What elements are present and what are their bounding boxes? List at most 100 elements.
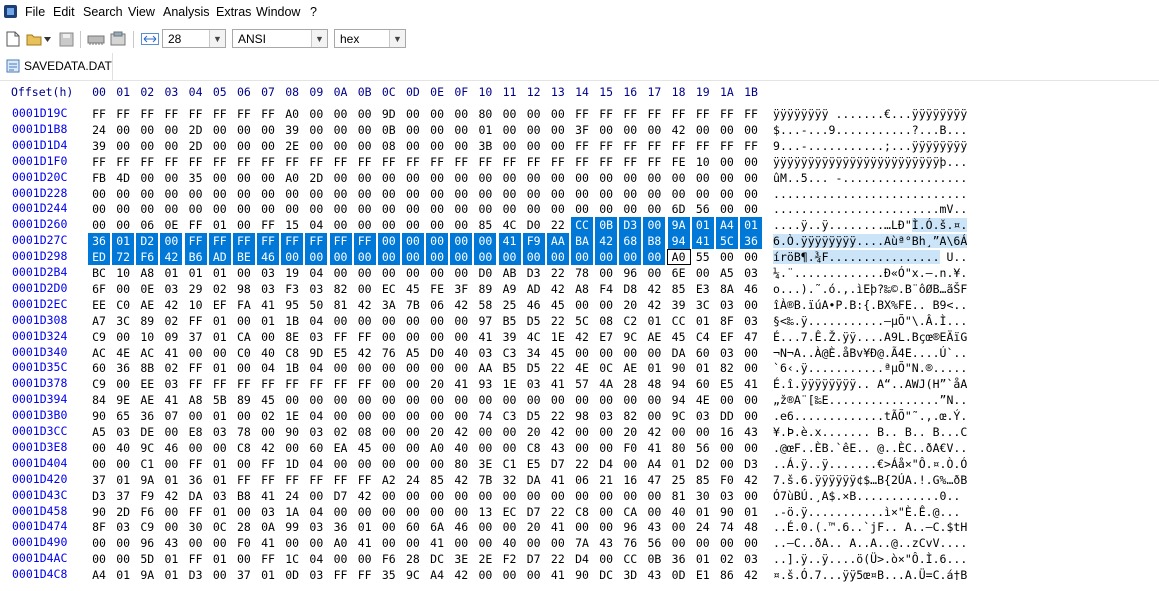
hex-byte[interactable]: 00 <box>571 249 593 266</box>
hex-byte[interactable]: 82 <box>619 408 641 424</box>
hex-byte[interactable]: 00 <box>354 408 376 424</box>
hex-byte[interactable]: 36 <box>668 551 690 567</box>
hex-byte[interactable]: 00 <box>257 138 279 154</box>
hex-byte[interactable]: 00 <box>426 456 448 472</box>
hex-byte[interactable]: 00 <box>233 186 255 202</box>
hex-byte[interactable]: 06 <box>571 472 593 488</box>
hex-byte[interactable]: C1 <box>499 456 521 472</box>
hex-byte[interactable]: FF <box>668 106 690 122</box>
hex-byte[interactable]: 22 <box>547 265 569 281</box>
hex-byte[interactable]: 43 <box>160 535 182 551</box>
hex-byte[interactable]: FF <box>257 551 279 567</box>
hex-byte[interactable]: 00 <box>160 170 182 186</box>
hex-byte[interactable]: 9C <box>668 408 690 424</box>
hex-byte[interactable]: FF <box>257 376 279 392</box>
chevron-down-icon[interactable]: ▼ <box>209 30 225 47</box>
hex-byte[interactable]: 60 <box>305 440 327 456</box>
hex-byte[interactable]: 03 <box>740 551 762 567</box>
hex-byte[interactable]: 42 <box>160 488 182 504</box>
hex-byte[interactable]: FF <box>330 376 352 392</box>
hex-byte[interactable]: 20 <box>523 424 545 440</box>
hex-byte[interactable]: 00 <box>450 217 472 233</box>
hex-byte[interactable]: 01 <box>257 567 279 583</box>
hex-byte[interactable]: 00 <box>643 345 665 361</box>
hex-byte[interactable]: 03 <box>474 345 496 361</box>
hex-byte[interactable]: 04 <box>305 265 327 281</box>
hex-byte[interactable]: 00 <box>474 567 496 583</box>
hex-byte[interactable]: FF <box>330 329 352 345</box>
hex-byte[interactable]: 46 <box>450 519 472 535</box>
hex-byte[interactable]: 00 <box>619 170 641 186</box>
hex-byte[interactable]: F0 <box>716 472 738 488</box>
hex-byte[interactable]: 00 <box>209 567 231 583</box>
tab-savedata[interactable]: SAVEDATA.DAT <box>0 53 113 80</box>
hex-byte[interactable]: 00 <box>499 122 521 138</box>
hex-byte[interactable]: 00 <box>233 170 255 186</box>
hex-byte[interactable]: 0E <box>160 217 182 233</box>
hex-byte[interactable]: 00 <box>402 201 424 217</box>
hex-byte[interactable]: 03 <box>209 424 231 440</box>
hex-byte[interactable]: 4C <box>499 217 521 233</box>
hex-byte[interactable]: D7 <box>523 551 545 567</box>
hex-byte[interactable]: 00 <box>330 551 352 567</box>
hex-byte[interactable]: B8 <box>643 233 666 250</box>
hex-byte[interactable]: 01 <box>740 504 762 520</box>
menu-file[interactable]: File <box>25 5 45 19</box>
hex-byte[interactable]: 4C <box>523 329 545 345</box>
ascii-text[interactable]: $...-...9...........?...B... <box>773 122 967 138</box>
hex-byte[interactable]: 00 <box>716 440 738 456</box>
hex-byte[interactable]: 96 <box>619 519 641 535</box>
hex-byte[interactable]: FE <box>426 281 448 297</box>
hex-byte[interactable]: 00 <box>740 122 762 138</box>
hex-byte[interactable]: 03 <box>112 519 134 535</box>
hex-byte[interactable]: 36 <box>88 233 110 250</box>
hex-byte[interactable]: E1 <box>692 567 714 583</box>
hex-byte[interactable]: 02 <box>257 408 279 424</box>
hex-byte[interactable]: FF <box>136 154 158 170</box>
hex-byte[interactable]: 97 <box>474 313 496 329</box>
hex-byte[interactable]: 46 <box>740 281 762 297</box>
hex-byte[interactable]: 22 <box>571 456 593 472</box>
hex-byte[interactable]: 00 <box>450 138 472 154</box>
hex-byte[interactable]: 89 <box>136 313 158 329</box>
bytes-per-row-select[interactable]: 28 ▼ <box>162 29 226 48</box>
hex-byte[interactable]: FF <box>523 154 545 170</box>
hex-byte[interactable]: 00 <box>547 392 569 408</box>
hex-byte[interactable]: 00 <box>160 138 182 154</box>
hex-byte[interactable]: E5 <box>716 376 738 392</box>
hex-byte[interactable]: F3 <box>281 281 303 297</box>
ascii-text[interactable]: 7.š.6.ÿÿÿÿÿÿ¢$…B{2ÚA.!.G%…ðB <box>773 472 967 488</box>
hex-byte[interactable]: 00 <box>595 201 617 217</box>
hex-byte[interactable]: 00 <box>354 551 376 567</box>
hex-byte[interactable]: 00 <box>571 424 593 440</box>
hex-byte[interactable]: CA <box>233 329 255 345</box>
hex-byte[interactable]: 01 <box>668 456 690 472</box>
hex-byte[interactable]: 01 <box>692 313 714 329</box>
hex-byte[interactable]: 00 <box>209 138 231 154</box>
hex-byte[interactable]: 00 <box>426 265 448 281</box>
hex-byte[interactable]: 00 <box>595 170 617 186</box>
hex-byte[interactable]: FF <box>643 138 665 154</box>
hex-byte[interactable]: 1E <box>547 329 569 345</box>
hex-byte[interactable]: A9 <box>499 281 521 297</box>
hex-byte[interactable]: 28 <box>233 519 255 535</box>
hex-byte[interactable]: 00 <box>330 408 352 424</box>
hex-byte[interactable]: FF <box>305 376 327 392</box>
hex-byte[interactable]: FF <box>209 154 231 170</box>
hex-byte[interactable]: 02 <box>160 360 182 376</box>
hex-byte[interactable]: A0 <box>281 106 303 122</box>
hex-byte[interactable]: 00 <box>740 488 762 504</box>
hex-byte[interactable]: 42 <box>160 249 183 266</box>
hex-byte[interactable]: FF <box>232 233 255 250</box>
hex-byte[interactable]: 00 <box>523 138 545 154</box>
hex-byte[interactable]: 00 <box>330 201 352 217</box>
hex-byte[interactable]: 2D <box>112 504 134 520</box>
hex-byte[interactable]: 01 <box>209 408 231 424</box>
hex-byte[interactable]: 00 <box>257 186 279 202</box>
ascii-text[interactable]: ÿÿÿÿÿÿÿÿ .......€...ÿÿÿÿÿÿÿÿ <box>773 106 967 122</box>
hex-byte[interactable]: AB <box>499 265 521 281</box>
hex-byte[interactable]: 86 <box>716 567 738 583</box>
hex-byte[interactable]: 20 <box>619 424 641 440</box>
hex-byte[interactable]: 80 <box>668 440 690 456</box>
hex-byte[interactable]: 00 <box>450 392 472 408</box>
